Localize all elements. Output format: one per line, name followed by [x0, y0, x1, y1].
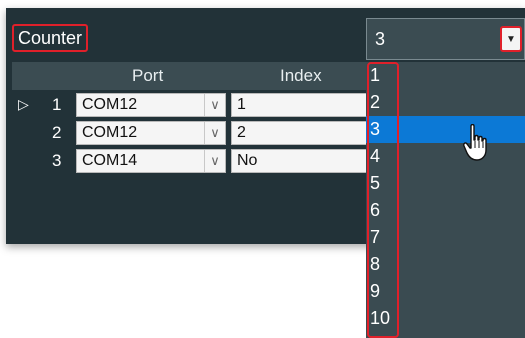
index-value: No	[237, 152, 258, 169]
table-row[interactable]: ▷ 1 COM12 ∨ 1	[12, 91, 371, 119]
index-dropdown[interactable]: 1	[231, 93, 371, 117]
dropdown-option[interactable]: 6	[366, 197, 525, 224]
table-row[interactable]: 3 COM14 ∨ No	[12, 147, 371, 175]
row-number: 3	[52, 151, 62, 170]
port-value: COM12	[82, 124, 138, 141]
chevron-down-icon[interactable]: ∨	[204, 150, 225, 172]
index-value: 1	[237, 96, 246, 113]
column-header-index[interactable]: Index	[280, 66, 322, 86]
dropdown-option[interactable]: 7	[366, 224, 525, 251]
port-dropdown[interactable]: COM12 ∨	[76, 121, 226, 145]
index-dropdown[interactable]: 2	[231, 121, 371, 145]
grid-header: Port Index	[12, 62, 366, 90]
counter-dropdown-list[interactable]: 1 2 3 4 5 6 7 8 9 10	[366, 62, 525, 338]
port-value: COM14	[82, 152, 138, 169]
port-grid: Port Index ▷ 1 COM12 ∨ 1 2 COM12 ∨ 2 3 C…	[12, 62, 371, 173]
dropdown-option[interactable]: 2	[366, 89, 525, 116]
hand-pointer-icon	[463, 124, 487, 161]
dropdown-option[interactable]: 4	[366, 143, 525, 170]
dropdown-option[interactable]: 8	[366, 251, 525, 278]
index-dropdown[interactable]: No	[231, 149, 371, 173]
index-value: 2	[237, 124, 246, 141]
dropdown-option[interactable]: 9	[366, 278, 525, 305]
dropdown-option-selected[interactable]: 3	[366, 116, 525, 143]
row-number: 1	[52, 95, 62, 114]
dropdown-option[interactable]: 10	[366, 305, 525, 332]
row-number: 2	[52, 123, 62, 142]
column-header-port[interactable]: Port	[132, 66, 163, 86]
dropdown-option[interactable]: 5	[366, 170, 525, 197]
counter-label: Counter	[12, 24, 89, 52]
counter-label-text: Counter	[18, 27, 83, 48]
chevron-down-icon: ▼	[506, 33, 516, 45]
chevron-down-icon[interactable]: ∨	[204, 94, 225, 116]
dropdown-button[interactable]: ▼	[500, 26, 522, 52]
chevron-down-icon[interactable]: ∨	[204, 122, 225, 144]
port-value: COM12	[82, 96, 138, 113]
port-dropdown[interactable]: COM14 ∨	[76, 149, 226, 173]
dropdown-option[interactable]: 1	[366, 62, 525, 89]
row-indicator-icon: ▷	[18, 96, 29, 112]
counter-select[interactable]: 3 ▼	[366, 18, 525, 60]
port-dropdown[interactable]: COM12 ∨	[76, 93, 226, 117]
table-row[interactable]: 2 COM12 ∨ 2	[12, 119, 371, 147]
